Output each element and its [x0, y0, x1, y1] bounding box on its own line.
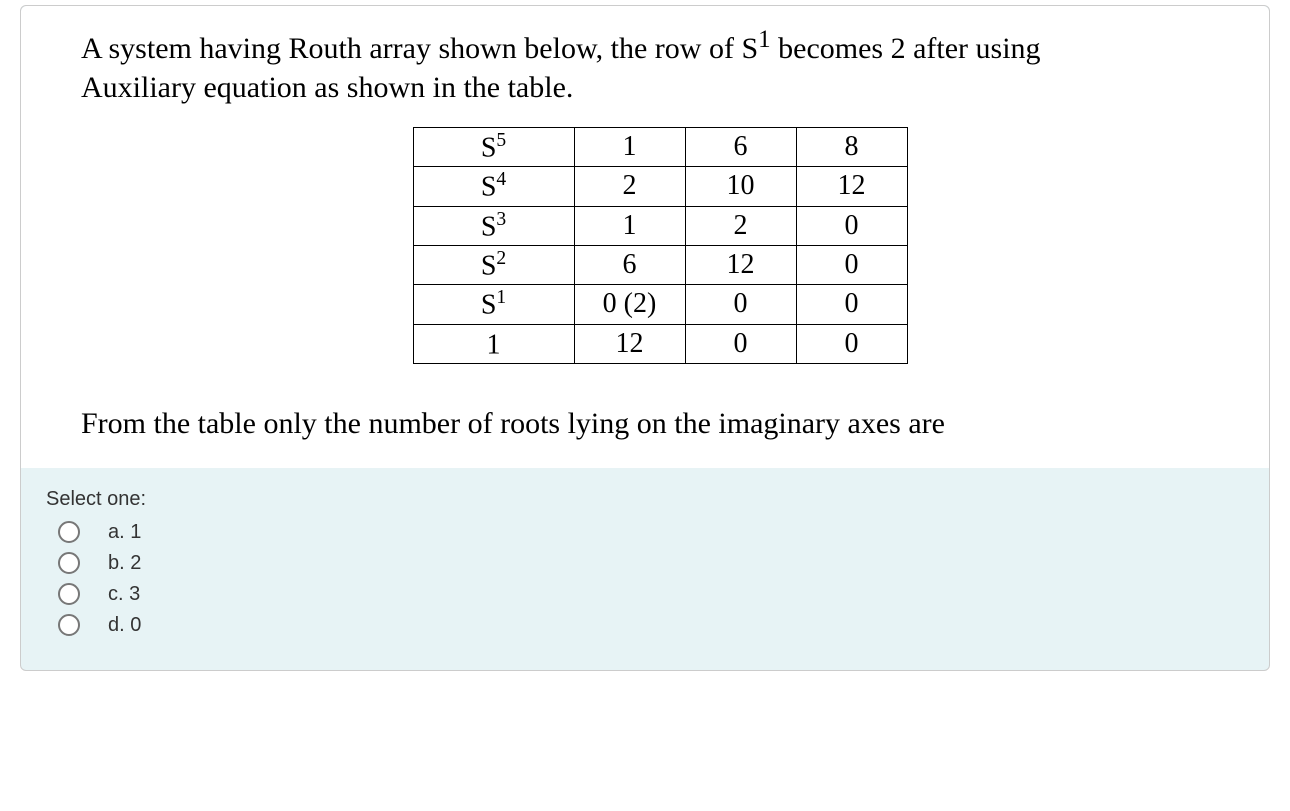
radio-icon[interactable] — [58, 521, 80, 543]
stem-sup1: 1 — [758, 26, 771, 53]
option-c[interactable]: c. 3 — [58, 583, 1249, 606]
answers-block: Select one: a. 1 b. 2 c. 3 d. 0 — [21, 468, 1269, 637]
cell: 8 — [796, 128, 907, 167]
cell: 0 — [685, 324, 796, 363]
cell: 12 — [796, 167, 907, 206]
cell: 0 — [796, 245, 907, 284]
cell-label: 1 — [413, 324, 574, 363]
cell: 1 — [574, 128, 685, 167]
option-label: b. 2 — [108, 552, 141, 575]
cell: 2 — [685, 206, 796, 245]
question-stem-top: A system having Routh array shown below,… — [81, 24, 1239, 107]
question-container: A system having Routh array shown below,… — [20, 5, 1270, 671]
cell: 6 — [574, 245, 685, 284]
option-d[interactable]: d. 0 — [58, 614, 1249, 637]
option-a[interactable]: a. 1 — [58, 521, 1249, 544]
table-row: S4 2 10 12 — [413, 167, 907, 206]
cell: 2 — [574, 167, 685, 206]
cell: 0 (2) — [574, 285, 685, 324]
cell-label: S4 — [413, 167, 574, 206]
routh-table: S5 1 6 8 S4 2 10 12 S3 1 2 0 — [413, 127, 908, 364]
table-row: S3 1 2 0 — [413, 206, 907, 245]
cell-label: S5 — [413, 128, 574, 167]
option-label: c. 3 — [108, 583, 140, 606]
table-row: 1 12 0 0 — [413, 324, 907, 363]
table-row: S1 0 (2) 0 0 — [413, 285, 907, 324]
cell: 0 — [796, 324, 907, 363]
cell: 1 — [574, 206, 685, 245]
stem-line1b: becomes 2 after using — [771, 32, 1041, 65]
cell-label: S3 — [413, 206, 574, 245]
stem-line1a: A system having Routh array shown below,… — [81, 32, 758, 65]
question-stem-bottom: From the table only the number of roots … — [81, 404, 1239, 443]
cell: 6 — [685, 128, 796, 167]
option-b[interactable]: b. 2 — [58, 552, 1249, 575]
cell-label: S2 — [413, 245, 574, 284]
option-label: a. 1 — [108, 521, 141, 544]
radio-icon[interactable] — [58, 583, 80, 605]
cell: 12 — [574, 324, 685, 363]
select-one-prompt: Select one: — [46, 488, 1249, 511]
question-stem-box: A system having Routh array shown below,… — [21, 6, 1269, 468]
stem-line2: Auxiliary equation as shown in the table… — [81, 71, 573, 104]
radio-icon[interactable] — [58, 614, 80, 636]
cell: 10 — [685, 167, 796, 206]
cell: 0 — [685, 285, 796, 324]
cell-label: S1 — [413, 285, 574, 324]
cell: 0 — [796, 206, 907, 245]
cell: 0 — [796, 285, 907, 324]
option-label: d. 0 — [108, 614, 141, 637]
table-row: S5 1 6 8 — [413, 128, 907, 167]
table-row: S2 6 12 0 — [413, 245, 907, 284]
radio-icon[interactable] — [58, 552, 80, 574]
cell: 12 — [685, 245, 796, 284]
